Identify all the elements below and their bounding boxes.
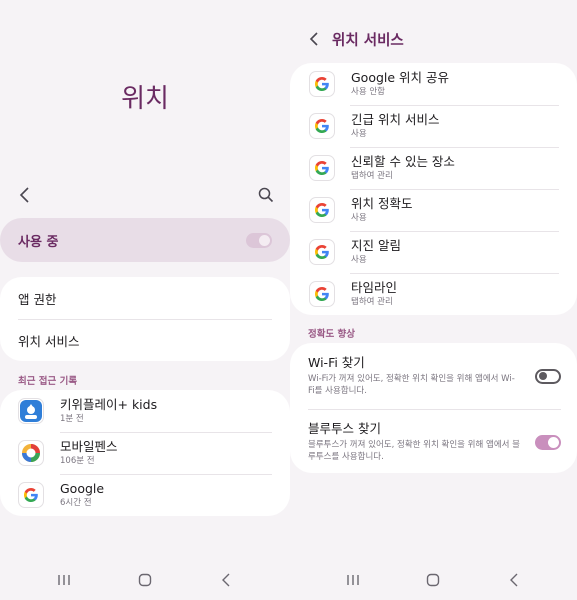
home-button[interactable]: [425, 572, 441, 588]
location-settings-screen: 위치 사용 중 앱 권한 위치 서비스 최근 접근 기록 키위플레이+ kids…: [0, 0, 290, 600]
menu-item-location-services[interactable]: 위치 서비스: [0, 319, 290, 361]
bluetooth-scanning-switch[interactable]: [535, 434, 561, 450]
menu-item-app-permissions[interactable]: 앱 권한: [0, 277, 290, 319]
recent-apps-card: 키위플레이+ kids 1분 전 모바일펜스 106분 전 Google 6시간…: [0, 390, 290, 516]
navigation-bar: [290, 560, 577, 600]
back-arrow-icon: [510, 573, 518, 587]
navigation-bar: [0, 560, 290, 600]
service-status: 탭하여 관리: [351, 297, 393, 307]
nav-back-button[interactable]: [218, 572, 234, 588]
recents-icon: [58, 575, 70, 585]
back-arrow-icon: [222, 573, 230, 587]
app-access-time: 1분 전: [60, 414, 84, 424]
search-button[interactable]: [253, 182, 279, 208]
switch-knob: [538, 372, 547, 380]
app-access-time: 6시간 전: [60, 498, 92, 508]
app-access-time: 106분 전: [60, 456, 95, 466]
service-name: Google 위치 공유: [351, 70, 450, 85]
service-status: 탭하여 관리: [351, 171, 393, 181]
home-icon: [426, 573, 440, 587]
location-master-toggle-row[interactable]: 사용 중: [0, 218, 290, 262]
app-name: Google: [60, 481, 105, 496]
google-icon: [309, 197, 335, 223]
search-icon: [258, 187, 274, 203]
google-icon: [309, 281, 335, 307]
wifi-scanning-row[interactable]: Wi-Fi 찾기 Wi-Fi가 꺼져 있어도, 정확한 위치 확인을 위해 앱에…: [290, 343, 577, 409]
google-icon: [309, 71, 335, 97]
chevron-left-icon: [19, 187, 29, 203]
service-status: 사용: [351, 213, 367, 223]
chevron-left-icon: [309, 32, 318, 46]
master-toggle-switch[interactable]: [246, 232, 272, 248]
service-name: 긴급 위치 서비스: [351, 112, 440, 127]
service-row[interactable]: 긴급 위치 서비스 사용: [290, 105, 577, 147]
page-title: 위치 서비스: [332, 33, 404, 49]
recents-button[interactable]: [345, 572, 361, 588]
home-button[interactable]: [137, 572, 153, 588]
location-services-screen: 위치 서비스 Google 위치 공유 사용 안함 긴급 위치 서비스 사용 신…: [290, 0, 577, 600]
bluetooth-scanning-desc: 블루투스가 꺼져 있어도, 정확한 위치 확인을 위해 앱에서 블루투스를 사용…: [308, 440, 520, 462]
accuracy-header: 정확도 향상: [308, 329, 356, 340]
google-icon: [18, 482, 44, 508]
accuracy-card: Wi-Fi 찾기 Wi-Fi가 꺼져 있어도, 정확한 위치 확인을 위해 앱에…: [290, 343, 577, 473]
recents-button[interactable]: [56, 572, 72, 588]
recents-icon: [347, 575, 359, 585]
bluetooth-scanning-title: 블루투스 찾기: [308, 421, 381, 436]
service-status: 사용: [351, 255, 367, 265]
bluetooth-scanning-row[interactable]: 블루투스 찾기 블루투스가 꺼져 있어도, 정확한 위치 확인을 위해 앱에서 …: [290, 409, 577, 475]
google-icon: [309, 155, 335, 181]
page-title: 위치: [121, 84, 169, 114]
recent-app-row[interactable]: 키위플레이+ kids 1분 전: [0, 390, 290, 432]
location-services-card: Google 위치 공유 사용 안함 긴급 위치 서비스 사용 신뢰할 수 있는…: [290, 63, 577, 315]
service-status: 사용 안함: [351, 87, 385, 97]
service-status: 사용: [351, 129, 367, 139]
recent-access-header: 최근 접근 기록: [18, 376, 78, 387]
service-name: 지진 알림: [351, 238, 401, 253]
switch-knob: [259, 234, 270, 246]
switch-knob: [548, 436, 559, 448]
home-icon: [138, 573, 152, 587]
master-toggle-label: 사용 중: [18, 234, 59, 250]
mobilefence-icon: [18, 440, 44, 466]
back-button[interactable]: [12, 182, 38, 208]
service-row[interactable]: 위치 정확도 사용: [290, 189, 577, 231]
app-name: 모바일펜스: [60, 439, 118, 454]
service-row[interactable]: Google 위치 공유 사용 안함: [290, 63, 577, 105]
kiwiplay-kids-icon: [18, 398, 44, 424]
back-button[interactable]: [302, 27, 326, 51]
service-row[interactable]: 지진 알림 사용: [290, 231, 577, 273]
wifi-scanning-desc: Wi-Fi가 꺼져 있어도, 정확한 위치 확인을 위해 앱에서 Wi-Fi를 …: [308, 374, 515, 396]
service-name: 신뢰할 수 있는 장소: [351, 154, 455, 169]
service-name: 타임라인: [351, 280, 398, 295]
service-row[interactable]: 타임라인 탭하여 관리: [290, 273, 577, 315]
nav-back-button[interactable]: [506, 572, 522, 588]
location-menu-card: 앱 권한 위치 서비스: [0, 277, 290, 361]
service-name: 위치 정확도: [351, 196, 413, 211]
app-name: 키위플레이+ kids: [60, 397, 158, 412]
recent-app-row[interactable]: 모바일펜스 106분 전: [0, 432, 290, 474]
wifi-scanning-switch[interactable]: [535, 368, 561, 384]
wifi-scanning-title: Wi-Fi 찾기: [308, 355, 365, 370]
google-icon: [309, 113, 335, 139]
recent-app-row[interactable]: Google 6시간 전: [0, 474, 290, 516]
google-icon: [309, 239, 335, 265]
service-row[interactable]: 신뢰할 수 있는 장소 탭하여 관리: [290, 147, 577, 189]
